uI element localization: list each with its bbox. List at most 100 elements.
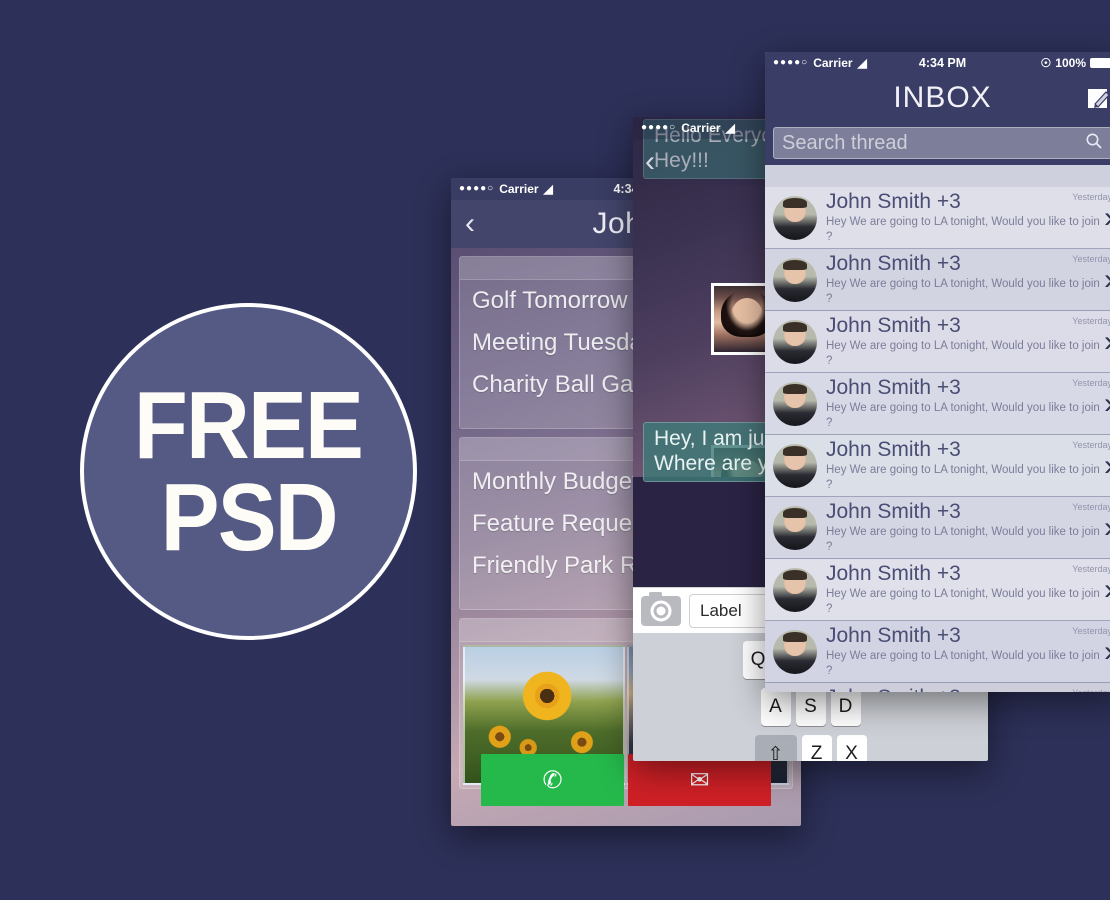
signal-dots-icon: ●●●●○	[773, 57, 809, 68]
timestamp: Yesterday	[1072, 564, 1110, 574]
message-preview: Hey We are going to LA tonight, Would yo…	[826, 526, 1100, 553]
status-right-cluster: ☉ 100%	[1041, 56, 1110, 70]
avatar	[773, 691, 817, 692]
mockup-canvas: FREE PSD ●●●●○ Carrier ◢ 4:34 ‹ John Con…	[0, 0, 1110, 900]
carrier-label: Carrier	[681, 121, 721, 135]
badge-line-free: FREE	[134, 372, 364, 480]
chevron-right-icon[interactable]: ›	[1104, 574, 1110, 605]
sender-name: John Smith +3	[826, 252, 961, 276]
row-text: John Smith +3 Hey We are going to LA ton…	[826, 563, 1100, 616]
status-bar: ●●●●○ Carrier ◢ 4:34 PM ☉ 100%	[765, 52, 1110, 74]
signal-dots-icon: ●●●●○	[459, 183, 495, 194]
wifi-icon: ◢	[857, 56, 867, 70]
message-input-value: Label	[700, 600, 742, 620]
carrier-label: Carrier	[813, 56, 853, 70]
sender-name: John Smith +3	[826, 376, 961, 400]
table-row[interactable]: John Smith +3 Hey We are going to LA ton…	[765, 435, 1110, 497]
table-row[interactable]: John Smith +3 Hey We are going to LA ton…	[765, 187, 1110, 249]
timestamp: Yesterday	[1072, 378, 1110, 388]
search-input[interactable]: Search thread	[773, 127, 1110, 159]
sender-name: John Smith +3	[826, 687, 1100, 692]
avatar	[773, 195, 817, 240]
row-text: John Smith +3 Hey We are going to LA ton…	[826, 253, 1100, 306]
avatar	[773, 505, 817, 550]
row-text: John Smith +3 Hey We are going to LA ton…	[826, 315, 1100, 368]
table-row[interactable]: John Smith +3 Hey We are going to LA ton…	[765, 621, 1110, 683]
chevron-right-icon[interactable]: ›	[1104, 388, 1110, 419]
sender-name: John Smith +3	[826, 438, 961, 462]
timestamp: Yesterday	[1072, 316, 1110, 326]
call-button[interactable]: ✆	[481, 754, 624, 806]
camera-icon[interactable]	[641, 591, 681, 626]
avatar	[773, 567, 817, 612]
badge-line-psd: PSD	[160, 463, 338, 571]
chevron-right-icon[interactable]: ›	[1104, 450, 1110, 481]
keyboard-row-2: A S D	[636, 688, 985, 726]
search-icon[interactable]	[1085, 132, 1103, 155]
keyboard-row-3: ⇧ Z X	[636, 735, 985, 761]
timestamp: Yesterday	[1072, 192, 1110, 202]
message-preview: Hey We are going to LA tonight, Would yo…	[826, 402, 1100, 429]
table-row[interactable]: John Smith +3 Hey We are going to LA ton…	[765, 683, 1110, 692]
timestamp: Yesterday	[1072, 502, 1110, 512]
avatar	[773, 381, 817, 426]
message-preview: Hey We are going to LA tonight, Would yo…	[826, 588, 1100, 615]
signal-dots-icon: ●●●●○	[641, 122, 677, 133]
chevron-right-icon[interactable]: ›	[1104, 264, 1110, 295]
chevron-right-icon[interactable]: ›	[1104, 636, 1110, 667]
key-d[interactable]: D	[830, 688, 861, 726]
wifi-icon: ◢	[543, 182, 553, 196]
row-text: John Smith +3 Hey We are going to LA ton…	[826, 191, 1100, 244]
table-row[interactable]: John Smith +3 Hey We are going to LA ton…	[765, 497, 1110, 559]
search-placeholder: Search thread	[782, 131, 908, 154]
row-text: John Smith +3 Hey We are going to LA ton…	[826, 687, 1100, 692]
chevron-right-icon[interactable]: ›	[1104, 326, 1110, 357]
free-psd-badge: FREE PSD	[80, 303, 417, 640]
action-buttons: ✆ ✉	[451, 754, 801, 806]
chevron-right-icon[interactable]: ›	[1104, 202, 1110, 233]
message-preview: Hey We are going to LA tonight, Would yo…	[826, 650, 1100, 677]
avatar	[773, 257, 817, 302]
message-preview: Hey We are going to LA tonight, Would yo…	[826, 340, 1100, 367]
chevron-left-icon[interactable]: ‹	[465, 209, 475, 239]
row-text: John Smith +3 Hey We are going to LA ton…	[826, 625, 1100, 678]
mail-button[interactable]: ✉	[628, 754, 771, 806]
sender-name: John Smith +3	[826, 500, 961, 524]
inbox-list[interactable]: John Smith +3 Hey We are going to LA ton…	[765, 187, 1110, 692]
avatar	[773, 629, 817, 674]
timestamp: Yesterday	[1072, 254, 1110, 264]
key-s[interactable]: S	[795, 688, 826, 726]
envelope-icon: ✉	[689, 766, 710, 794]
message-preview: Hey We are going to LA tonight, Would yo…	[826, 278, 1100, 305]
chevron-right-icon[interactable]: ›	[1104, 512, 1110, 543]
battery-percent: 100%	[1055, 56, 1086, 70]
table-row[interactable]: John Smith +3 Hey We are going to LA ton…	[765, 311, 1110, 373]
timestamp: Yesterday	[1072, 440, 1110, 450]
key-x[interactable]: X	[836, 735, 867, 761]
row-text: John Smith +3 Hey We are going to LA ton…	[826, 377, 1100, 430]
compose-pencil-icon[interactable]	[1086, 85, 1110, 111]
table-row[interactable]: John Smith +3 Hey We are going to LA ton…	[765, 559, 1110, 621]
message-preview: Hey We are going to LA tonight, Would yo…	[826, 216, 1100, 243]
sender-name: John Smith +3	[826, 624, 961, 648]
avatar	[773, 443, 817, 488]
phone-screen-inbox: ●●●●○ Carrier ◢ 4:34 PM ☉ 100% INBOX Sea…	[765, 52, 1110, 692]
rotation-lock-icon: ☉	[1040, 56, 1052, 70]
carrier-label: Carrier	[499, 182, 539, 196]
message-preview: Hey We are going to LA tonight, Would yo…	[826, 464, 1100, 491]
navigation-bar: INBOX	[765, 74, 1110, 121]
search-bar-container: Search thread	[765, 121, 1110, 165]
row-text: John Smith +3 Hey We are going to LA ton…	[826, 501, 1100, 554]
page-title: INBOX	[893, 80, 992, 114]
key-z[interactable]: Z	[801, 735, 832, 761]
battery-icon	[1090, 58, 1110, 68]
phone-icon: ✆	[542, 766, 563, 794]
row-text: John Smith +3 Hey We are going to LA ton…	[826, 439, 1100, 492]
avatar	[773, 319, 817, 364]
key-a[interactable]: A	[760, 688, 791, 726]
sender-name: John Smith +3	[826, 314, 961, 338]
shift-key-icon[interactable]: ⇧	[754, 735, 797, 761]
table-row[interactable]: John Smith +3 Hey We are going to LA ton…	[765, 373, 1110, 435]
timestamp: Yesterday	[1072, 688, 1110, 692]
table-row[interactable]: John Smith +3 Hey We are going to LA ton…	[765, 249, 1110, 311]
